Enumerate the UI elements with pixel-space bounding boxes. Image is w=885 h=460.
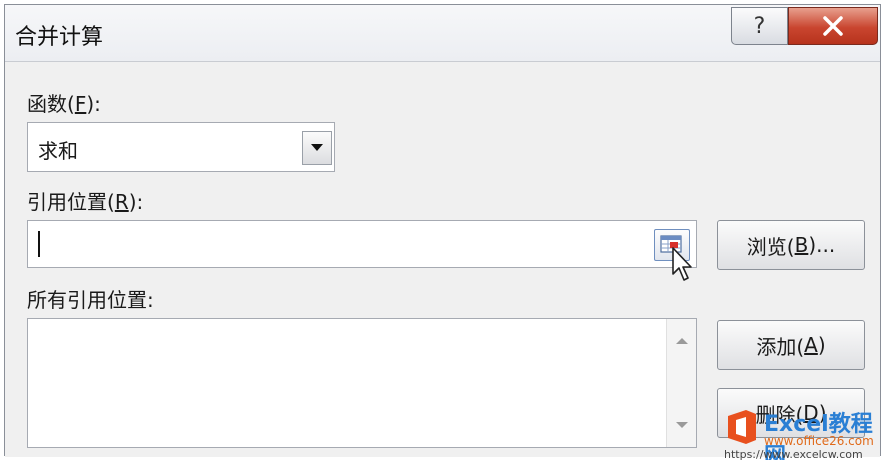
list-scrollbar[interactable] xyxy=(666,319,696,447)
reference-input[interactable] xyxy=(27,220,697,268)
browse-button[interactable]: 浏览(B)... xyxy=(717,220,865,270)
add-button[interactable]: 添加(A) xyxy=(717,320,865,370)
title-bar: 合并计算 ? xyxy=(5,5,880,61)
office-logo-icon xyxy=(728,410,756,444)
dialog-content: 函数(F): 求和 引用位置(R): 浏览(B)... 所有引用位置: 添加… xyxy=(5,61,880,457)
function-dropdown-button[interactable] xyxy=(302,131,332,165)
watermark-site: www.office26.com xyxy=(764,434,874,448)
all-references-list[interactable] xyxy=(27,318,697,448)
help-button[interactable]: ? xyxy=(731,7,788,45)
site-watermark: Excel教程网 www.office26.com https://www.ex… xyxy=(720,404,885,460)
watermark-url: https://www.excelcw.com xyxy=(724,448,863,460)
dialog-title: 合并计算 xyxy=(15,25,104,50)
function-label: 函数(F): xyxy=(27,92,101,116)
reference-label: 引用位置(R): xyxy=(27,190,144,214)
mouse-pointer-icon xyxy=(672,247,692,281)
scroll-up-icon[interactable] xyxy=(676,337,688,345)
scroll-down-icon[interactable] xyxy=(676,421,688,429)
help-icon: ? xyxy=(753,13,766,39)
close-button[interactable] xyxy=(788,7,878,45)
function-select[interactable]: 求和 xyxy=(27,122,335,172)
consolidate-dialog: 合并计算 ? 函数(F): 求和 引用位置(R): 浏览(B)... 所有引… xyxy=(4,4,881,457)
close-icon xyxy=(823,16,843,36)
chevron-down-icon xyxy=(311,144,323,151)
text-caret xyxy=(38,231,40,257)
function-select-value: 求和 xyxy=(38,139,78,163)
all-references-label: 所有引用位置: xyxy=(27,288,154,312)
